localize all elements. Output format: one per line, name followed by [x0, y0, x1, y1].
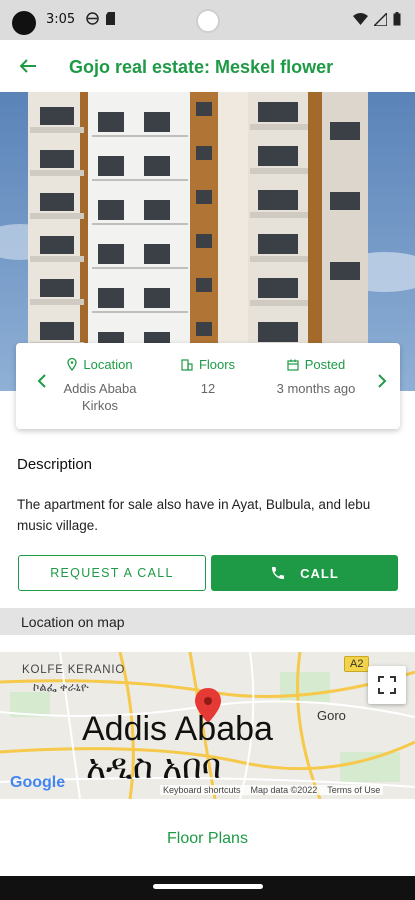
center-status-dot	[196, 9, 220, 33]
map-road-badge: A2	[344, 656, 370, 672]
wifi-icon	[353, 13, 368, 25]
status-bar: 3:05	[0, 0, 415, 40]
floors-heading: Floors	[166, 357, 250, 372]
fullscreen-icon	[378, 676, 396, 694]
map-terms-link[interactable]: Terms of Use	[327, 785, 380, 795]
posted-value: 3 months ago	[276, 381, 356, 396]
posted-info: Posted 3 months ago	[266, 357, 366, 397]
status-system-icons	[353, 12, 401, 26]
posted-heading: Posted	[266, 357, 366, 372]
sd-card-icon	[106, 12, 115, 25]
location-label: Location	[83, 357, 133, 372]
floors-value: 12	[200, 381, 216, 396]
floors-info: Floors 12	[166, 357, 250, 397]
description-heading: Description	[17, 456, 93, 473]
page-title: Gojo real estate: Meskel flower	[69, 57, 334, 77]
camera-cutout	[12, 11, 36, 35]
chevron-left-icon	[37, 374, 46, 388]
map-fullscreen-button[interactable]	[368, 666, 406, 704]
chevron-right-icon	[378, 374, 387, 388]
google-logo-text: Google	[10, 774, 66, 791]
map-city-label-am: አዲስ አበባ	[86, 748, 222, 786]
location-info: Location Addis Ababa Kirkos	[58, 357, 142, 414]
building-icon	[181, 358, 193, 371]
phone-icon	[272, 567, 285, 579]
description-text: The apartment for sale also have in Ayat…	[17, 497, 371, 533]
back-button[interactable]	[14, 52, 42, 80]
map-footer: Keyboard shortcuts Map data ©2022 Terms …	[160, 785, 384, 795]
call-label: CALL	[300, 565, 339, 581]
floor-plans-button[interactable]: Floor Plans	[0, 830, 415, 848]
card-next-button[interactable]	[372, 371, 392, 391]
map-section-header: Location on map	[0, 608, 415, 635]
app-bar: Gojo real estate: Meskel flower	[0, 40, 415, 92]
request-call-button[interactable]: REQUEST A CALL	[18, 555, 206, 591]
home-gesture-handle[interactable]	[153, 884, 263, 889]
map-city-label-en: Addis Ababa	[82, 710, 273, 748]
location-value: Addis Ababa Kirkos	[58, 380, 142, 414]
status-time: 3:05	[46, 12, 76, 27]
calendar-icon	[287, 359, 299, 371]
location-city: Addis Ababa	[63, 381, 137, 396]
property-info-card: Location Addis Ababa Kirkos Floors 12 Po…	[16, 343, 400, 429]
floors-label: Floors	[198, 357, 236, 372]
map-keyboard-shortcuts-link[interactable]: Keyboard shortcuts	[163, 785, 241, 795]
map-section-label: Location on map	[21, 614, 125, 630]
request-call-label: REQUEST A CALL	[50, 566, 174, 580]
location-pin-icon	[67, 358, 78, 371]
arrow-left-icon	[19, 59, 36, 73]
location-subcity: Kirkos	[81, 398, 119, 413]
vpn-icon	[86, 12, 99, 25]
floor-plans-label: Floor Plans	[167, 830, 248, 847]
map-data-attribution: Map data ©2022	[250, 785, 318, 795]
call-button[interactable]: CALL	[211, 555, 398, 591]
map-label-kolfe-am: ኮልፌ ቀራኒዮ	[33, 682, 89, 694]
status-notification-icons	[86, 12, 116, 25]
signal-icon	[374, 12, 387, 26]
google-logo: Google	[10, 774, 65, 792]
location-heading: Location	[58, 357, 142, 372]
battery-icon	[393, 12, 401, 26]
map-label-goro: Goro	[317, 708, 346, 723]
card-prev-button[interactable]	[32, 371, 52, 391]
map-label-kolfe: KOLFE KERANIO	[22, 664, 126, 676]
posted-label: Posted	[304, 357, 346, 372]
